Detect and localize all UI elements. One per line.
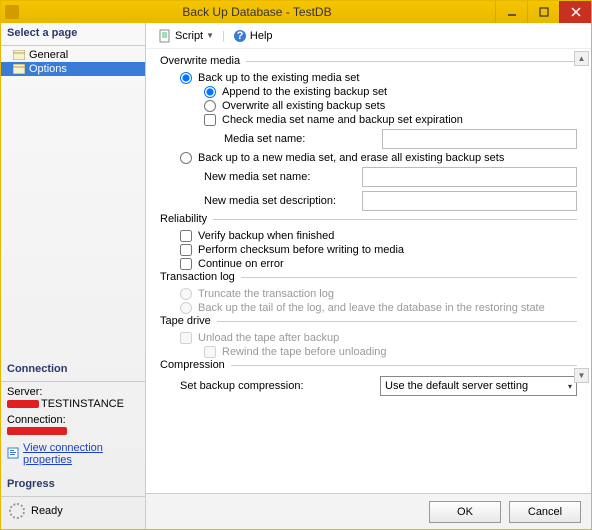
- verify-checkbox[interactable]: [180, 230, 192, 242]
- page-general[interactable]: General: [1, 48, 145, 62]
- ok-button[interactable]: OK: [429, 501, 501, 523]
- progress-status: Ready: [31, 505, 63, 517]
- verify-label: Verify backup when finished: [198, 230, 334, 242]
- page-general-label: General: [29, 49, 68, 61]
- truncate-radio: [180, 288, 192, 300]
- window-title: Back Up Database - TestDB: [19, 5, 495, 19]
- select-page-header: Select a page: [1, 23, 145, 43]
- connection-label: Connection:: [7, 414, 139, 426]
- new-media-label: Back up to a new media set, and erase al…: [198, 152, 504, 164]
- checksum-label: Perform checksum before writing to media: [198, 244, 404, 256]
- new-media-name-input[interactable]: [362, 167, 577, 187]
- tape-legend: Tape drive: [160, 315, 211, 327]
- append-label: Append to the existing backup set: [222, 86, 387, 98]
- minimize-button[interactable]: [495, 1, 527, 23]
- dropdown-icon: ▾: [568, 382, 572, 391]
- right-panel: Script ▼ | ? Help Overwrite media Back u…: [146, 23, 591, 529]
- server-label: Server:: [7, 386, 139, 398]
- help-button[interactable]: ? Help: [229, 27, 277, 45]
- view-connection-properties-link[interactable]: View connection properties: [23, 442, 139, 466]
- new-media-name-label: New media set name:: [204, 171, 354, 183]
- dialog-footer: OK Cancel: [146, 493, 591, 529]
- connection-header: Connection: [1, 359, 145, 379]
- progress-spinner-icon: [9, 503, 25, 519]
- scroll-up-button[interactable]: ▲: [574, 51, 589, 66]
- connection-redaction: [7, 427, 67, 435]
- dialog-window: Back Up Database - TestDB Select a page …: [0, 0, 592, 530]
- existing-media-radio[interactable]: [180, 72, 192, 84]
- new-media-desc-label: New media set description:: [204, 195, 354, 207]
- rewind-label: Rewind the tape before unloading: [222, 346, 387, 358]
- media-set-name-input[interactable]: [382, 129, 577, 149]
- help-icon: ?: [233, 29, 247, 43]
- compression-select[interactable]: Use the default server setting ▾: [380, 376, 577, 396]
- svg-text:?: ?: [237, 30, 244, 42]
- overwrite-all-label: Overwrite all existing backup sets: [222, 100, 385, 112]
- compression-label: Set backup compression:: [180, 380, 360, 392]
- titlebar[interactable]: Back Up Database - TestDB: [1, 1, 591, 23]
- page-icon: [13, 64, 25, 74]
- tlog-legend: Transaction log: [160, 271, 235, 283]
- overwrite-all-radio[interactable]: [204, 100, 216, 112]
- tail-radio: [180, 302, 192, 314]
- toolbar: Script ▼ | ? Help: [146, 23, 591, 49]
- tail-label: Back up the tail of the log, and leave t…: [198, 302, 545, 314]
- server-redaction: [7, 400, 39, 408]
- page-options[interactable]: Options: [1, 62, 145, 76]
- append-radio[interactable]: [204, 86, 216, 98]
- app-icon: [5, 5, 19, 19]
- properties-icon: [7, 447, 19, 462]
- rewind-checkbox: [204, 346, 216, 358]
- progress-header: Progress: [1, 474, 145, 494]
- unload-checkbox: [180, 332, 192, 344]
- scroll-down-button[interactable]: ▼: [574, 368, 589, 383]
- left-panel: Select a page General Options Connection…: [1, 23, 146, 529]
- overwrite-media-legend: Overwrite media: [160, 55, 240, 67]
- new-media-radio[interactable]: [180, 152, 192, 164]
- truncate-label: Truncate the transaction log: [198, 288, 334, 300]
- check-media-checkbox[interactable]: [204, 114, 216, 126]
- new-media-desc-input[interactable]: [362, 191, 577, 211]
- close-button[interactable]: [559, 1, 591, 23]
- server-value: TESTINSTANCE: [41, 398, 124, 410]
- check-media-label: Check media set name and backup set expi…: [222, 114, 463, 126]
- compression-value: Use the default server setting: [385, 380, 528, 392]
- script-dropdown-icon[interactable]: ▼: [206, 31, 214, 40]
- existing-media-label: Back up to the existing media set: [198, 72, 359, 84]
- script-button[interactable]: Script ▼: [154, 27, 218, 45]
- reliability-legend: Reliability: [160, 213, 207, 225]
- compression-legend: Compression: [160, 359, 225, 371]
- page-options-label: Options: [29, 63, 67, 75]
- media-set-name-label: Media set name:: [224, 133, 374, 145]
- continue-label: Continue on error: [198, 258, 284, 270]
- continue-checkbox[interactable]: [180, 258, 192, 270]
- page-icon: [13, 50, 25, 60]
- unload-label: Unload the tape after backup: [198, 332, 339, 344]
- checksum-checkbox[interactable]: [180, 244, 192, 256]
- maximize-button[interactable]: [527, 1, 559, 23]
- cancel-button[interactable]: Cancel: [509, 501, 581, 523]
- script-icon: [158, 29, 172, 43]
